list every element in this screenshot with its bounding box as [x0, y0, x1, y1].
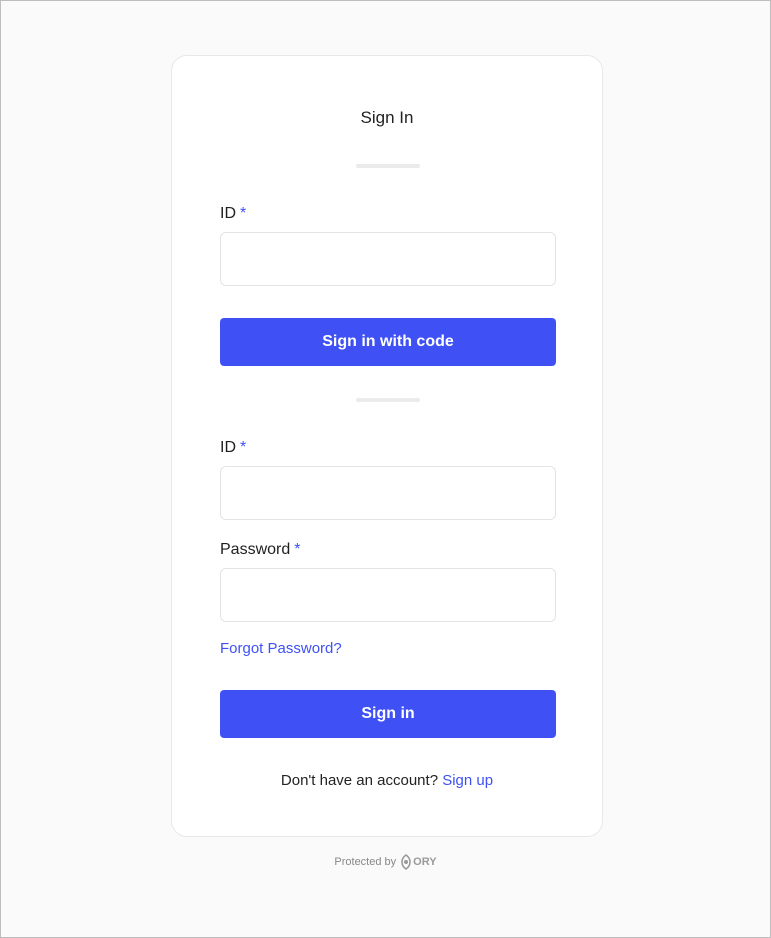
sign-in-button[interactable]: Sign in	[220, 690, 556, 738]
password-label: Password *	[220, 541, 300, 559]
login-card: Sign In ID * Sign in with code ID * Passwo…	[171, 55, 603, 837]
password-label-text: Password	[220, 541, 291, 558]
code-id-label-text: ID	[220, 205, 236, 222]
password-id-label: ID *	[220, 439, 246, 457]
code-id-label: ID *	[220, 205, 246, 223]
section-divider	[356, 164, 420, 168]
code-id-input[interactable]	[220, 232, 556, 286]
sign-in-with-code-button[interactable]: Sign in with code	[220, 318, 556, 366]
signup-prompt: Don't have an account?	[280, 772, 439, 789]
footer: Protected by ORY	[1, 854, 770, 870]
signup-row: Don't have an account? Sign up	[172, 772, 602, 789]
sign-up-link[interactable]: Sign up	[442, 772, 493, 789]
forgot-password-link[interactable]: Forgot Password?	[220, 640, 342, 657]
ory-logo: ORY	[401, 854, 437, 870]
required-marker: *	[240, 439, 247, 456]
section-divider	[356, 398, 420, 402]
protected-by-text: Protected by	[334, 856, 397, 868]
password-id-label-text: ID	[220, 439, 236, 456]
ory-brand-text: ORY	[413, 856, 437, 868]
ory-logo-icon	[401, 854, 411, 870]
required-marker: *	[294, 541, 301, 558]
page-title: Sign In	[360, 108, 414, 127]
required-marker: *	[240, 205, 247, 222]
password-input[interactable]	[220, 568, 556, 622]
password-id-input[interactable]	[220, 466, 556, 520]
